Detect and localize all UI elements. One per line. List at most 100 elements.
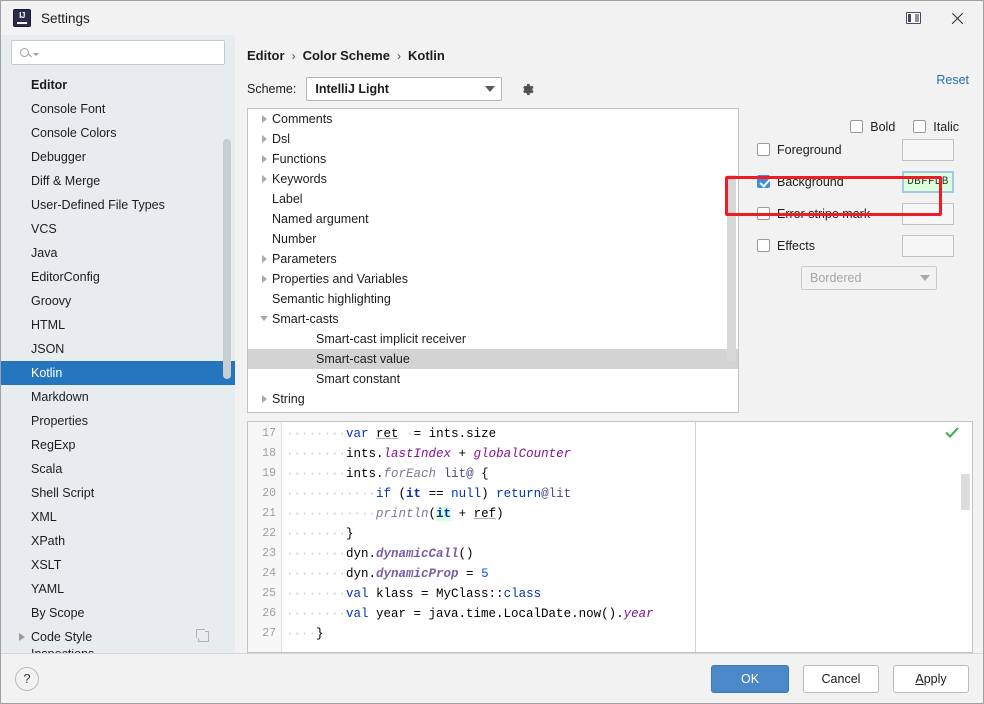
category-row-smart-constant[interactable]: Smart constant [248, 369, 738, 389]
bold-label: Bold [870, 119, 896, 134]
sidebar-item-scala[interactable]: Scala [1, 457, 235, 481]
preview-code[interactable]: ········var ret ·= ints.size ········ints… [282, 422, 972, 652]
category-row-parameters[interactable]: Parameters [248, 249, 738, 269]
sidebar-item-diff-merge[interactable]: Diff & Merge [1, 169, 235, 193]
chevron-right-icon[interactable] [256, 154, 272, 163]
line-number: 21 [262, 506, 276, 520]
sidebar-item-kotlin[interactable]: Kotlin [1, 361, 235, 385]
gear-settings-icon[interactable] [520, 82, 535, 97]
sidebar-item-user-defined-file-types[interactable]: User-Defined File Types [1, 193, 235, 217]
sidebar-item-groovy[interactable]: Groovy [1, 289, 235, 313]
background-color-swatch[interactable]: DBFFDB [902, 170, 954, 193]
chevron-right-icon[interactable] [256, 394, 272, 403]
category-row-comments[interactable]: Comments [248, 109, 738, 129]
category-label: Keywords [272, 171, 327, 186]
scheme-label: Scheme: [247, 82, 297, 97]
cancel-button[interactable]: Cancel [803, 664, 879, 693]
sidebar-item-label: Console Font [31, 102, 106, 116]
category-row-smart-cast-implicit-receiver[interactable]: Smart-cast implicit receiver [248, 329, 738, 349]
chevron-right-icon[interactable] [256, 274, 272, 283]
category-row-smart-casts[interactable]: Smart-casts [248, 309, 738, 329]
category-label: Dsl [272, 131, 291, 146]
chevron-right-icon[interactable] [256, 134, 272, 143]
sidebar-item-editor[interactable]: Editor [1, 73, 235, 97]
title-bar: Settings [1, 1, 983, 35]
sidebar-item-vcs[interactable]: VCS [1, 217, 235, 241]
window-controls [891, 1, 979, 35]
breadcrumb-item[interactable]: Color Scheme [303, 48, 390, 63]
code-line: ········val year = java.time.LocalDate.n… [286, 606, 654, 621]
scheme-combobox[interactable]: IntelliJ Light [306, 77, 503, 102]
sidebar-item-debugger[interactable]: Debugger [1, 145, 235, 169]
sidebar-item-xml[interactable]: XML [1, 505, 235, 529]
error-stripe-checkbox[interactable]: Error stripe mark [757, 207, 902, 221]
code-line: ········} [286, 526, 354, 541]
error-stripe-row: Error stripe mark [757, 198, 973, 230]
settings-area: Comments Dsl Functions Keywords Label Named a… [247, 107, 973, 413]
category-row-string[interactable]: String [248, 389, 738, 409]
code-preview[interactable]: 17 18 19 20 21 22 23 24 25 26 27 ········var ret ·… [247, 420, 973, 653]
preview-scrollbar-thumb[interactable] [961, 473, 970, 510]
chevron-right-icon[interactable] [256, 114, 272, 123]
category-row-smart-cast-value[interactable]: Smart-cast value [248, 348, 738, 369]
breadcrumb-item[interactable]: Editor [247, 48, 285, 63]
category-row-functions[interactable]: Functions [248, 149, 738, 169]
sidebar-item-editorconfig[interactable]: EditorConfig [1, 265, 235, 289]
chevron-right-glyph [261, 114, 267, 123]
sidebar-item-console-font[interactable]: Console Font [1, 97, 235, 121]
sidebar-tree[interactable]: Editor Console Font Console Colors Debugger… [1, 73, 235, 653]
search-input[interactable] [43, 44, 218, 61]
effects-color-swatch[interactable] [902, 234, 954, 257]
sidebar-item-properties[interactable]: Properties [1, 409, 235, 433]
sidebar-item-code-style[interactable]: Code Style [1, 625, 235, 649]
category-row-semantic-highlighting[interactable]: Semantic highlighting [248, 289, 738, 309]
dialog-body: Editor Console Font Console Colors Debugger… [1, 35, 983, 653]
sidebar-item-by-scope[interactable]: By Scope [1, 601, 235, 625]
apply-button[interactable]: Apply [893, 664, 969, 693]
sidebar-item-json[interactable]: JSON [1, 337, 235, 361]
error-stripe-color-swatch[interactable] [902, 202, 954, 225]
category-row-properties-and-variables[interactable]: Properties and Variables [248, 269, 738, 289]
chevron-down-icon[interactable] [256, 316, 272, 322]
effect-type-combobox[interactable]: Bordered [801, 265, 937, 290]
sidebar-item-markdown[interactable]: Markdown [1, 385, 235, 409]
effect-type-row: Bordered [757, 262, 973, 294]
category-row-named-argument[interactable]: Named argument [248, 209, 738, 229]
sidebar-item-regexp[interactable]: RegExp [1, 433, 235, 457]
color-category-list[interactable]: Comments Dsl Functions Keywords Label Named a… [247, 107, 739, 413]
sidebar-item-html[interactable]: HTML [1, 313, 235, 337]
search-box[interactable] [11, 40, 225, 65]
category-label: Smart constant [316, 371, 401, 386]
category-row-dsl[interactable]: Dsl [248, 129, 738, 149]
ok-button[interactable]: OK [711, 664, 789, 693]
search-dropdown-caret-icon [33, 53, 39, 56]
line-number: 22 [262, 526, 276, 540]
category-row-keywords[interactable]: Keywords [248, 169, 738, 189]
foreground-checkbox[interactable]: Foreground [757, 143, 902, 157]
category-scrollbar-thumb[interactable] [727, 174, 736, 361]
sidebar-item-xpath[interactable]: XPath [1, 529, 235, 553]
sidebar-item-java[interactable]: Java [1, 241, 235, 265]
category-label: Parameters [272, 251, 337, 266]
toggle-sidebar-button[interactable] [891, 1, 935, 35]
bold-checkbox[interactable]: Bold [850, 120, 895, 134]
category-row-label[interactable]: Label [248, 189, 738, 209]
reset-link[interactable]: Reset [936, 73, 969, 87]
foreground-color-swatch[interactable] [902, 138, 954, 161]
close-button[interactable] [935, 1, 979, 35]
chevron-right-icon[interactable] [256, 254, 272, 263]
sidebar-item-partial[interactable]: Inspections [1, 649, 235, 653]
chevron-right-icon[interactable] [256, 174, 272, 183]
copy-scheme-icon[interactable] [196, 629, 209, 642]
sidebar-item-yaml[interactable]: YAML [1, 577, 235, 601]
sidebar-item-shell-script[interactable]: Shell Script [1, 481, 235, 505]
category-row-number[interactable]: Number [248, 229, 738, 249]
sidebar-item-console-colors[interactable]: Console Colors [1, 121, 235, 145]
help-button[interactable]: ? [15, 666, 39, 691]
background-checkbox[interactable]: Background [757, 175, 902, 189]
breadcrumb: Editor › Color Scheme › Kotlin [247, 41, 973, 71]
effects-checkbox[interactable]: Effects [757, 239, 902, 253]
italic-checkbox[interactable]: Italic [913, 120, 959, 134]
sidebar-scrollbar-thumb[interactable] [223, 139, 231, 379]
sidebar-item-xslt[interactable]: XSLT [1, 553, 235, 577]
